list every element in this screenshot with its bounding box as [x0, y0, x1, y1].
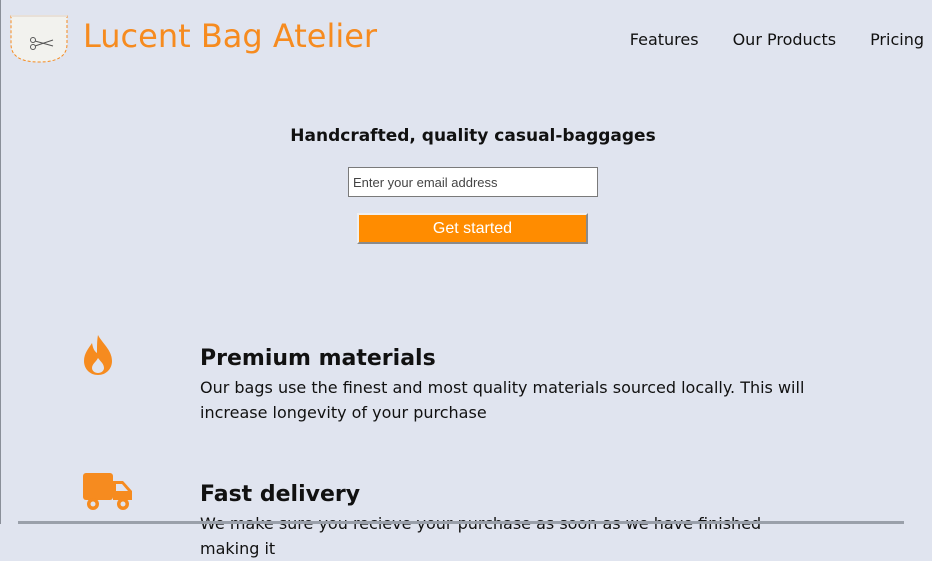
feature-title: Fast delivery [200, 482, 361, 507]
hero-title: Handcrafted, quality casual-baggages [290, 126, 656, 146]
feature-description: We make sure you recieve your purchase a… [200, 514, 761, 558]
nav-link-features[interactable]: Features [630, 30, 699, 49]
hero-section: Handcrafted, quality casual-baggages [0, 126, 932, 146]
email-field[interactable] [348, 167, 598, 197]
main-nav: Features Our Products Pricing [630, 30, 924, 49]
brand-name: Lucent Bag Atelier [83, 17, 378, 55]
scissors-pocket-icon[interactable] [9, 14, 69, 64]
flame-icon [80, 334, 116, 380]
get-started-button[interactable]: Get started [357, 213, 588, 244]
nav-link-our-products[interactable]: Our Products [733, 30, 836, 49]
feature-title: Premium materials [200, 346, 436, 371]
nav-link-pricing[interactable]: Pricing [870, 30, 924, 49]
site-header: Lucent Bag Atelier Features Our Products… [0, 0, 932, 80]
truck-icon [82, 471, 134, 517]
feature-description: Our bags use the finest and most quality… [200, 378, 805, 422]
